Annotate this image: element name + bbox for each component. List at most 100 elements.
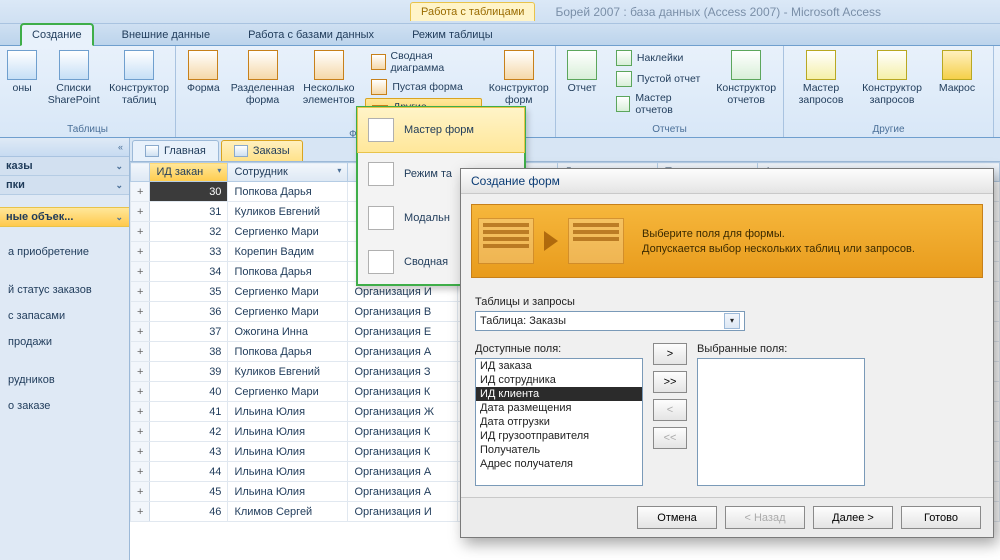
cell-employee[interactable]: Сергиенко Мари — [228, 222, 348, 242]
ribbon-partial-button[interactable]: оны — [6, 48, 38, 108]
cell-org[interactable]: Организация А — [348, 462, 458, 482]
cell-org[interactable]: Организация К — [348, 382, 458, 402]
cell-id[interactable]: 38 — [150, 342, 228, 362]
split-form-button[interactable]: Разделенная форма — [231, 48, 295, 128]
cell-org[interactable]: Организация Е — [348, 322, 458, 342]
expand-icon[interactable]: + — [131, 382, 150, 402]
blank-form-item[interactable]: Пустая форма — [365, 77, 482, 97]
cell-org[interactable]: Организация З — [348, 362, 458, 382]
back-button[interactable]: < Назад — [725, 506, 805, 529]
form-wizard-item[interactable]: Мастер форм — [357, 107, 525, 153]
finish-button[interactable]: Готово — [901, 506, 981, 529]
cell-employee[interactable]: Сергиенко Мари — [228, 282, 348, 302]
tab-datasheet[interactable]: Режим таблицы — [402, 25, 503, 45]
cell-id[interactable]: 39 — [150, 362, 228, 382]
report-design-button[interactable]: Конструктор отчетов — [715, 48, 777, 118]
cell-org[interactable]: Организация Ж — [348, 402, 458, 422]
query-wizard-button[interactable]: Мастер запросов — [790, 48, 852, 108]
nav-item[interactable]: о заказе — [0, 393, 129, 419]
expand-icon[interactable]: + — [131, 242, 150, 262]
cell-id[interactable]: 34 — [150, 262, 228, 282]
expand-icon[interactable]: + — [131, 182, 150, 202]
expand-icon[interactable]: + — [131, 282, 150, 302]
cell-id[interactable]: 31 — [150, 202, 228, 222]
blank-report-item[interactable]: Пустой отчет — [610, 69, 709, 89]
cell-employee[interactable]: Ильина Юлия — [228, 422, 348, 442]
contextual-tab[interactable]: Работа с таблицами — [410, 2, 535, 21]
cell-id[interactable]: 42 — [150, 422, 228, 442]
form-button[interactable]: Форма — [182, 48, 225, 128]
selected-fields-listbox[interactable] — [697, 358, 865, 486]
cell-id[interactable]: 32 — [150, 222, 228, 242]
cell-org[interactable]: Организация К — [348, 422, 458, 442]
expand-icon[interactable]: + — [131, 362, 150, 382]
report-wizard-item[interactable]: Мастер отчетов — [610, 90, 709, 118]
cell-org[interactable]: Организация И — [348, 502, 458, 522]
cell-employee[interactable]: Куликов Евгений — [228, 362, 348, 382]
available-fields-listbox[interactable]: ИД заказаИД сотрудникаИД клиентаДата раз… — [475, 358, 643, 486]
list-item[interactable]: ИД заказа — [476, 359, 642, 373]
expand-icon[interactable]: + — [131, 442, 150, 462]
cell-id[interactable]: 36 — [150, 302, 228, 322]
pivot-chart-item[interactable]: Сводная диаграмма — [365, 48, 482, 76]
sharepoint-lists-button[interactable]: Списки SharePoint — [44, 48, 103, 108]
cell-employee[interactable]: Попкова Дарья — [228, 182, 348, 202]
nav-item[interactable]: рудников — [0, 367, 129, 393]
nav-group-objects[interactable]: ные объек...⌄ — [0, 207, 129, 227]
list-item[interactable]: ИД сотрудника — [476, 373, 642, 387]
column-id[interactable]: ИД закан▾ — [150, 163, 228, 182]
expand-icon[interactable]: + — [131, 202, 150, 222]
cell-employee[interactable]: Ильина Юлия — [228, 442, 348, 462]
nav-group-orders[interactable]: казы⌄ — [0, 157, 129, 176]
dropdown-icon[interactable]: ▾ — [337, 166, 341, 175]
expand-icon[interactable]: + — [131, 342, 150, 362]
cell-employee[interactable]: Сергиенко Мари — [228, 302, 348, 322]
tab-create[interactable]: Создание — [20, 23, 94, 46]
list-item[interactable]: Адрес получателя — [476, 457, 642, 471]
cell-id[interactable]: 40 — [150, 382, 228, 402]
tab-database-tools[interactable]: Работа с базами данных — [238, 25, 384, 45]
nav-item[interactable]: продажи — [0, 329, 129, 355]
cell-org[interactable]: Организация А — [348, 482, 458, 502]
expand-icon[interactable]: + — [131, 482, 150, 502]
expand-icon[interactable]: + — [131, 462, 150, 482]
list-item[interactable]: ИД клиента — [476, 387, 642, 401]
cell-id[interactable]: 30 — [150, 182, 228, 202]
nav-item[interactable]: с запасами — [0, 303, 129, 329]
list-item[interactable]: ИД грузоотправителя — [476, 429, 642, 443]
doc-tab-home[interactable]: Главная — [132, 140, 219, 161]
cell-id[interactable]: 35 — [150, 282, 228, 302]
add-all-button[interactable]: >> — [653, 371, 687, 393]
expand-icon[interactable]: + — [131, 322, 150, 342]
cell-id[interactable]: 41 — [150, 402, 228, 422]
doc-tab-orders[interactable]: Заказы — [221, 140, 303, 161]
cell-id[interactable]: 37 — [150, 322, 228, 342]
cell-id[interactable]: 46 — [150, 502, 228, 522]
expand-icon[interactable]: + — [131, 422, 150, 442]
tables-combo[interactable]: Таблица: Заказы ▾ — [475, 311, 745, 331]
chevron-down-icon[interactable]: ▾ — [724, 313, 740, 329]
remove-button[interactable]: < — [653, 399, 687, 421]
expand-icon[interactable]: + — [131, 262, 150, 282]
remove-all-button[interactable]: << — [653, 427, 687, 449]
nav-item[interactable]: а приобретение — [0, 239, 129, 265]
cell-org[interactable]: Организация А — [348, 342, 458, 362]
nav-item[interactable]: й статус заказов — [0, 277, 129, 303]
labels-item[interactable]: Наклейки — [610, 48, 709, 68]
cell-employee[interactable]: Куликов Евгений — [228, 202, 348, 222]
column-employee[interactable]: Сотрудник▾ — [228, 163, 348, 182]
cell-employee[interactable]: Сергиенко Мари — [228, 382, 348, 402]
macro-button[interactable]: Макрос — [932, 48, 982, 108]
expand-icon[interactable]: + — [131, 302, 150, 322]
expand-icon[interactable]: + — [131, 222, 150, 242]
query-design-button[interactable]: Конструктор запросов — [858, 48, 926, 108]
cell-id[interactable]: 43 — [150, 442, 228, 462]
cell-org[interactable]: Организация К — [348, 442, 458, 462]
table-design-button[interactable]: Конструктор таблиц — [109, 48, 169, 108]
cell-employee[interactable]: Ильина Юлия — [228, 482, 348, 502]
cell-employee[interactable]: Ожогина Инна — [228, 322, 348, 342]
nav-header[interactable]: « — [0, 138, 129, 157]
cell-org[interactable]: Организация В — [348, 302, 458, 322]
multiple-items-button[interactable]: Несколько элементов — [300, 48, 357, 128]
cell-employee[interactable]: Попкова Дарья — [228, 262, 348, 282]
